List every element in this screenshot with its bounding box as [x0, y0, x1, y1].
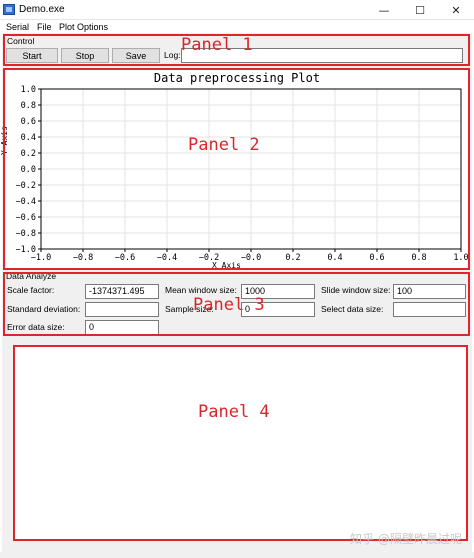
watermark-text: 知乎 @隔壁昨晨过呢 [350, 532, 462, 546]
close-button[interactable]: ✕ [438, 0, 474, 20]
maximize-button[interactable]: ☐ [402, 0, 438, 20]
menu-serial[interactable]: Serial [6, 22, 29, 32]
panel-4-label: Panel 4 [198, 402, 270, 422]
menu-bar: Serial File Plot Options [0, 20, 474, 33]
menu-plot-options[interactable]: Plot Options [59, 22, 108, 32]
window-title: Demo.exe [19, 4, 65, 15]
menu-file[interactable]: File [37, 22, 52, 32]
status-bar [0, 552, 474, 558]
minimize-button[interactable]: — [366, 0, 402, 20]
panel-4-frame [13, 345, 468, 541]
panel-3-label: Panel 3 [193, 295, 265, 315]
app-icon [3, 4, 15, 15]
panel-2-label: Panel 2 [188, 135, 260, 155]
panel-1-label: Panel 1 [181, 35, 253, 55]
title-bar: Demo.exe — ☐ ✕ [0, 0, 474, 20]
panel-2-frame [3, 68, 470, 270]
